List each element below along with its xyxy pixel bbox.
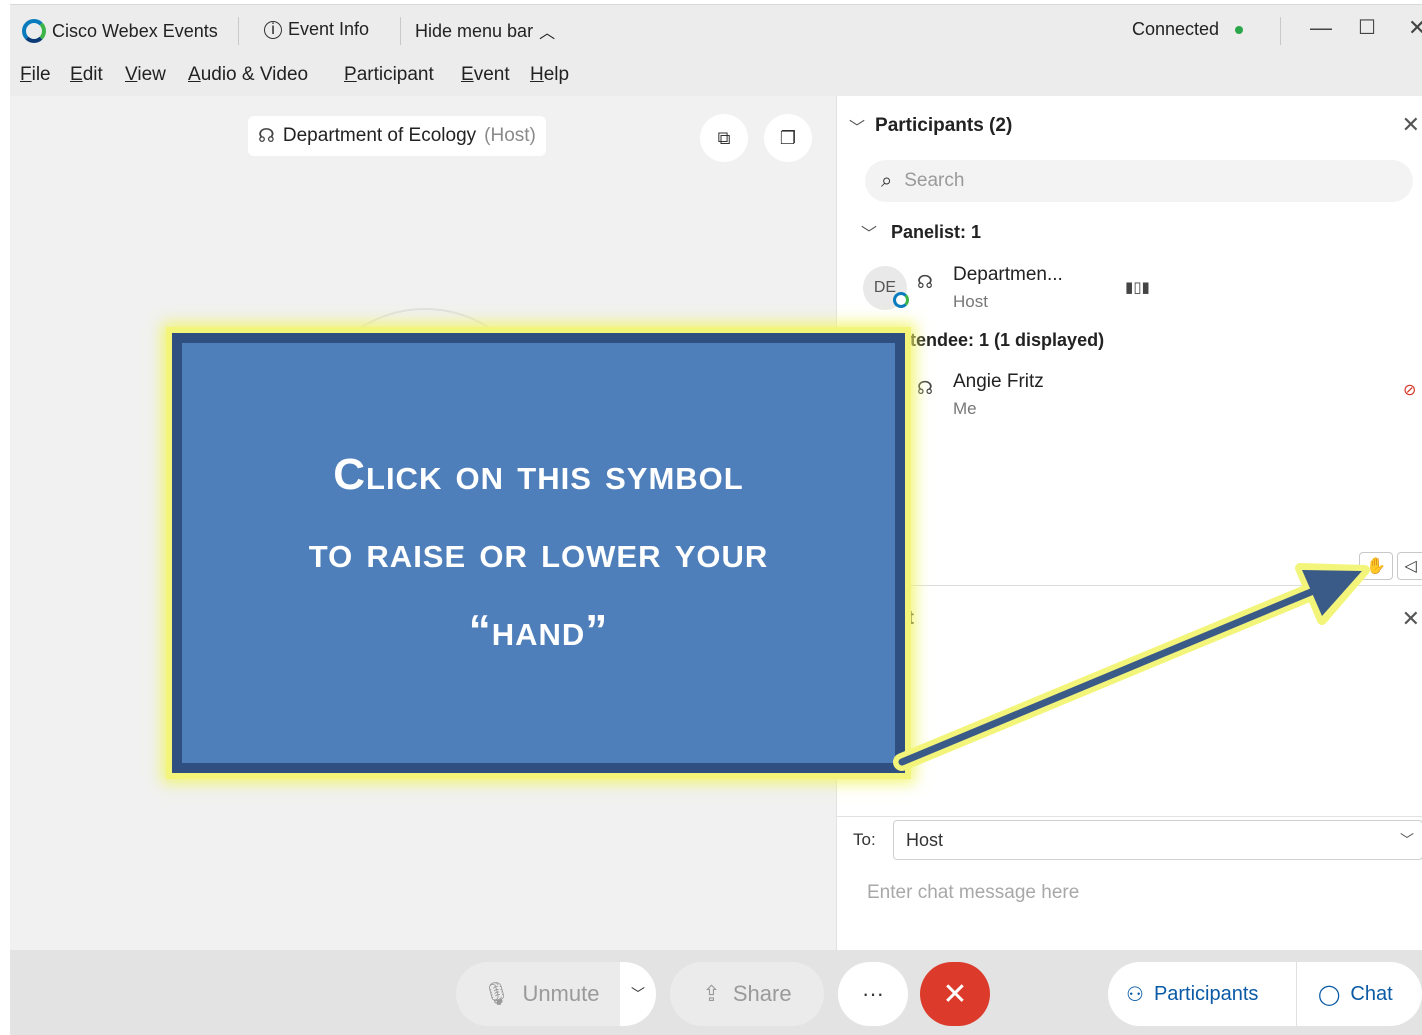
muted-mic-icon[interactable]: ⊘ bbox=[1403, 380, 1416, 400]
avatar-initials: DE bbox=[873, 279, 897, 296]
panelist-group-header[interactable]: ﹀ Panelist: 1 bbox=[861, 220, 981, 244]
layout-button[interactable]: ❐ bbox=[764, 114, 812, 162]
chevron-down-icon: ﹀ bbox=[631, 986, 645, 1002]
headset-icon: ☊ bbox=[917, 272, 933, 292]
chevron-down-icon: ﹀ bbox=[1400, 832, 1414, 848]
active-speaker-label: ☊ Department of Ecology (Host) bbox=[248, 116, 546, 156]
event-info-button[interactable]: i Event Info bbox=[264, 19, 369, 40]
more-icon: ··· bbox=[862, 981, 884, 1006]
menu-file[interactable]: File bbox=[20, 64, 51, 86]
title-bar: Cisco Webex Events i Event Info Hide men… bbox=[10, 4, 1422, 56]
unmute-label: Unmute bbox=[522, 981, 600, 1006]
chat-toggle-button[interactable]: ◯ Chat bbox=[1318, 962, 1393, 1026]
maximize-icon[interactable]: ☐ bbox=[1358, 15, 1376, 40]
more-options-button[interactable]: ··· bbox=[838, 962, 908, 1026]
participants-header[interactable]: ﹀ Participants (2) bbox=[849, 114, 1012, 138]
pip-icon: ⧉ bbox=[717, 127, 731, 148]
divider bbox=[1296, 962, 1297, 1026]
chat-recipient-value: Host bbox=[906, 829, 944, 850]
chevron-down-icon: ﹀ bbox=[849, 120, 866, 137]
panelist-header-label: Panelist: 1 bbox=[891, 221, 982, 242]
audio-level-icon: ▮▯▮ bbox=[1125, 279, 1150, 296]
connection-status: Connected bbox=[1132, 19, 1244, 40]
app-name: Cisco Webex Events bbox=[52, 20, 218, 41]
menu-edit[interactable]: Edit bbox=[70, 64, 103, 86]
webex-badge-icon bbox=[893, 292, 909, 308]
hide-menu-label: Hide menu bar bbox=[415, 20, 534, 41]
close-participants-icon[interactable]: ✕ bbox=[1402, 112, 1420, 138]
divider bbox=[1280, 17, 1281, 45]
callout-text: Click on this symbol to raise or lower y… bbox=[309, 436, 769, 670]
share-button[interactable]: ⇪ Share bbox=[670, 962, 824, 1026]
speaker-name: Department of Ecology bbox=[282, 125, 477, 146]
search-icon: ⌕ bbox=[881, 169, 893, 192]
search-placeholder: Search bbox=[904, 170, 965, 191]
hide-menu-bar-button[interactable]: Hide menu bar ︿ bbox=[415, 19, 555, 43]
chat-bubble-icon: ◯ bbox=[1318, 983, 1341, 1006]
panelist-role: Host bbox=[953, 292, 988, 311]
side-panel: ﹀ Participants (2) ✕ ⌕ Search ﹀ Panelist… bbox=[836, 96, 1422, 950]
chat-divider bbox=[837, 816, 1422, 817]
menu-bar: File Edit View Audio & Video Participant… bbox=[10, 56, 1422, 96]
callout-line-3: “hand” bbox=[468, 606, 609, 655]
menu-help[interactable]: Help bbox=[530, 64, 569, 86]
control-bar: 🎙︎ Unmute ﹀ ⇪ Share ··· ✕ ⚇ Participants… bbox=[10, 950, 1422, 1035]
menu-view[interactable]: View bbox=[125, 64, 166, 86]
panel-toggle-group: ⚇ Participants ◯ Chat bbox=[1108, 962, 1422, 1026]
callout-line-2: to raise or lower your bbox=[308, 528, 769, 577]
chevron-up-icon: ︿ bbox=[539, 25, 556, 42]
headset-icon: ☊ bbox=[917, 378, 933, 398]
raise-hand-button[interactable]: ✋ bbox=[1359, 552, 1393, 580]
audio-options-dropdown[interactable]: ﹀ bbox=[620, 962, 656, 1026]
participants-toggle-label: Participants bbox=[1153, 982, 1259, 1005]
leave-event-button[interactable]: ✕ bbox=[920, 962, 990, 1026]
unmute-button[interactable]: 🎙︎ Unmute bbox=[456, 962, 626, 1026]
minimize-icon[interactable]: — bbox=[1310, 15, 1332, 41]
participants-toggle-button[interactable]: ⚇ Participants bbox=[1126, 962, 1258, 1026]
event-info-label: Event Info bbox=[288, 19, 370, 39]
info-icon: i bbox=[264, 20, 282, 39]
megaphone-icon: ◁ bbox=[1404, 558, 1417, 575]
menu-participant[interactable]: Participant bbox=[344, 64, 434, 86]
share-label: Share bbox=[732, 981, 792, 1006]
chat-recipient-select[interactable]: Host ﹀ bbox=[893, 820, 1422, 860]
menu-event[interactable]: Event bbox=[461, 64, 510, 86]
webex-logo-icon bbox=[22, 19, 46, 43]
picture-in-picture-button[interactable]: ⧉ bbox=[700, 114, 748, 162]
search-input[interactable]: ⌕ Search bbox=[865, 160, 1413, 202]
headset-icon: ☊ bbox=[258, 125, 275, 147]
share-icon: ⇪ bbox=[702, 981, 721, 1006]
close-window-icon[interactable]: ✕ bbox=[1408, 15, 1422, 41]
callout-line-1: Click on this symbol bbox=[333, 450, 744, 499]
reactions-button[interactable]: ◁ bbox=[1397, 552, 1422, 580]
menu-audio-video[interactable]: Audio & Video bbox=[188, 64, 308, 86]
person-icon: ⚇ bbox=[1126, 983, 1144, 1006]
close-chat-icon[interactable]: ✕ bbox=[1402, 606, 1420, 632]
instruction-callout: Click on this symbol to raise or lower y… bbox=[172, 333, 905, 773]
muted-mic-icon: 🎙︎ bbox=[482, 981, 511, 1006]
connected-dot-icon bbox=[1235, 25, 1244, 34]
avatar: DE bbox=[863, 266, 909, 310]
panelist-name[interactable]: Departmen... bbox=[953, 264, 1063, 286]
app-title: Cisco Webex Events bbox=[22, 19, 218, 43]
chat-message-input[interactable]: Enter chat message here bbox=[867, 882, 1079, 904]
speaker-role: (Host) bbox=[484, 125, 536, 146]
divider bbox=[238, 17, 239, 45]
attendee-name[interactable]: Angie Fritz bbox=[953, 371, 1044, 393]
panel-divider bbox=[837, 585, 1422, 586]
close-icon: ✕ bbox=[942, 977, 968, 1011]
connection-status-label: Connected bbox=[1132, 19, 1220, 39]
chevron-down-icon: ﹀ bbox=[861, 226, 878, 243]
divider bbox=[400, 17, 401, 45]
chat-toggle-label: Chat bbox=[1350, 982, 1393, 1005]
attendee-header-label: Attendee: 1 (1 displayed) bbox=[891, 329, 1105, 350]
hand-icon: ✋ bbox=[1366, 558, 1386, 575]
attendee-role: Me bbox=[953, 399, 977, 418]
layout-icon: ❐ bbox=[779, 127, 797, 148]
chat-to-label: To: bbox=[853, 830, 876, 849]
participants-title: Participants (2) bbox=[875, 115, 1013, 136]
